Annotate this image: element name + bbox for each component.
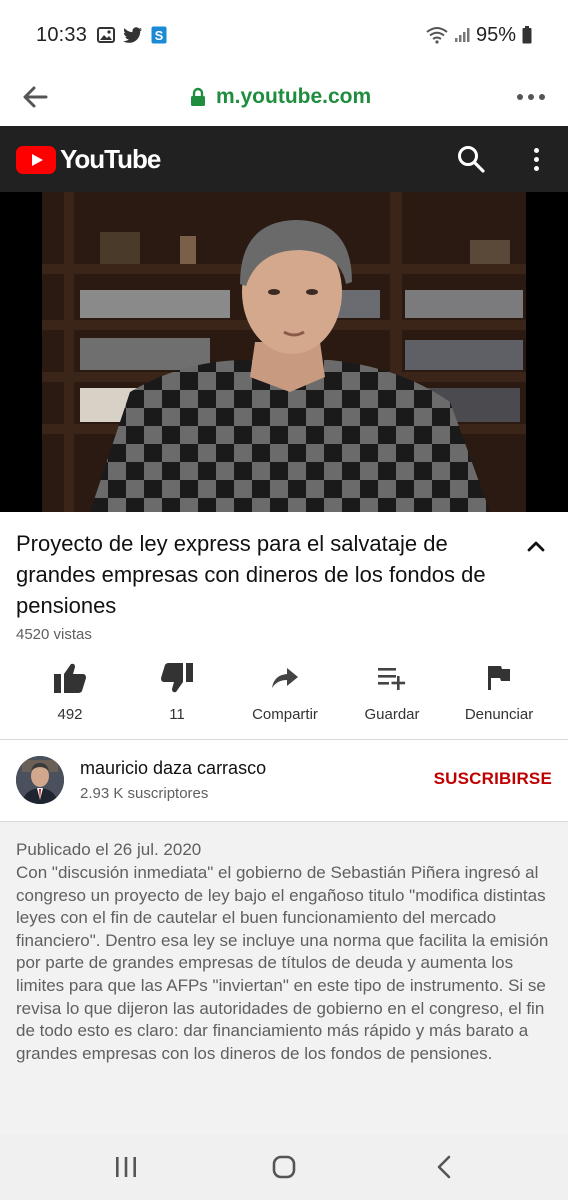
youtube-logo[interactable]: YouTube xyxy=(16,144,161,175)
like-button[interactable]: 492 xyxy=(15,660,125,723)
dislike-button[interactable]: 11 xyxy=(122,660,232,723)
home-icon[interactable] xyxy=(264,1152,304,1182)
channel-name[interactable]: mauricio daza carrasco xyxy=(80,758,266,779)
svg-text:S: S xyxy=(155,28,164,43)
video-frame xyxy=(0,192,568,512)
subscriber-count: 2.93 K suscriptores xyxy=(80,785,209,802)
view-count: 4520 vistas xyxy=(16,626,92,643)
status-bar: 10:33 S 95% xyxy=(0,0,568,70)
save-button[interactable]: Guardar xyxy=(337,660,447,723)
battery-icon xyxy=(522,26,532,44)
video-actions: 492 11 Compartir Guardar Denunciar xyxy=(0,660,568,730)
published-date: Publicado el 26 jul. 2020 xyxy=(16,840,202,859)
youtube-header: YouTube xyxy=(0,126,568,192)
lock-icon xyxy=(190,87,206,107)
url-text: m.youtube.com xyxy=(216,85,372,108)
app-s-icon: S xyxy=(151,26,167,44)
browser-address-bar: m.youtube.com xyxy=(0,70,568,126)
flag-icon xyxy=(487,660,511,696)
more-horizontal-icon[interactable] xyxy=(514,82,548,112)
youtube-play-icon xyxy=(16,145,56,174)
video-title: Proyecto de ley express para el salvataj… xyxy=(16,531,486,618)
video-player[interactable] xyxy=(0,192,568,512)
youtube-logo-text: YouTube xyxy=(60,144,161,174)
subscribe-button[interactable]: SUSCRIBIRSE xyxy=(434,769,552,789)
report-button[interactable]: Denunciar xyxy=(444,660,554,723)
thumbs-down-icon xyxy=(160,660,194,696)
status-time: 10:33 xyxy=(36,23,88,46)
playlist-add-icon xyxy=(377,660,407,696)
search-icon[interactable] xyxy=(456,144,486,174)
status-right: 95% xyxy=(426,24,532,47)
twitter-icon xyxy=(123,27,143,43)
dislike-count: 11 xyxy=(169,706,185,723)
avatar[interactable] xyxy=(16,756,64,804)
system-nav-bar xyxy=(0,1134,568,1200)
back-arrow-icon[interactable] xyxy=(20,82,50,112)
description-panel: Publicado el 26 jul. 2020 Con "discusión… xyxy=(0,822,568,1134)
save-label: Guardar xyxy=(364,706,420,723)
wifi-icon xyxy=(426,26,448,44)
share-icon xyxy=(271,660,299,696)
more-vertical-icon[interactable] xyxy=(524,142,548,176)
url-field[interactable]: m.youtube.com xyxy=(190,80,371,114)
thumbs-up-icon xyxy=(53,660,87,696)
share-label: Compartir xyxy=(252,706,318,723)
recent-apps-icon[interactable] xyxy=(106,1152,146,1182)
share-button[interactable]: Compartir xyxy=(230,660,340,723)
like-count: 492 xyxy=(57,706,83,723)
description-text: Con "discusión inmediata" el gobierno de… xyxy=(16,863,549,1063)
battery-percent: 95% xyxy=(475,23,516,46)
status-notification-icons: S xyxy=(97,26,167,44)
channel-row[interactable]: mauricio daza carrasco 2.93 K suscriptor… xyxy=(0,742,568,820)
divider xyxy=(0,739,568,740)
video-title-block[interactable]: Proyecto de ley express para el salvataj… xyxy=(16,528,516,621)
report-label: Denunciar xyxy=(464,706,534,723)
signal-icon xyxy=(454,27,470,43)
chevron-up-icon[interactable] xyxy=(522,534,550,558)
gallery-icon xyxy=(97,27,116,43)
nav-back-icon[interactable] xyxy=(424,1152,464,1182)
